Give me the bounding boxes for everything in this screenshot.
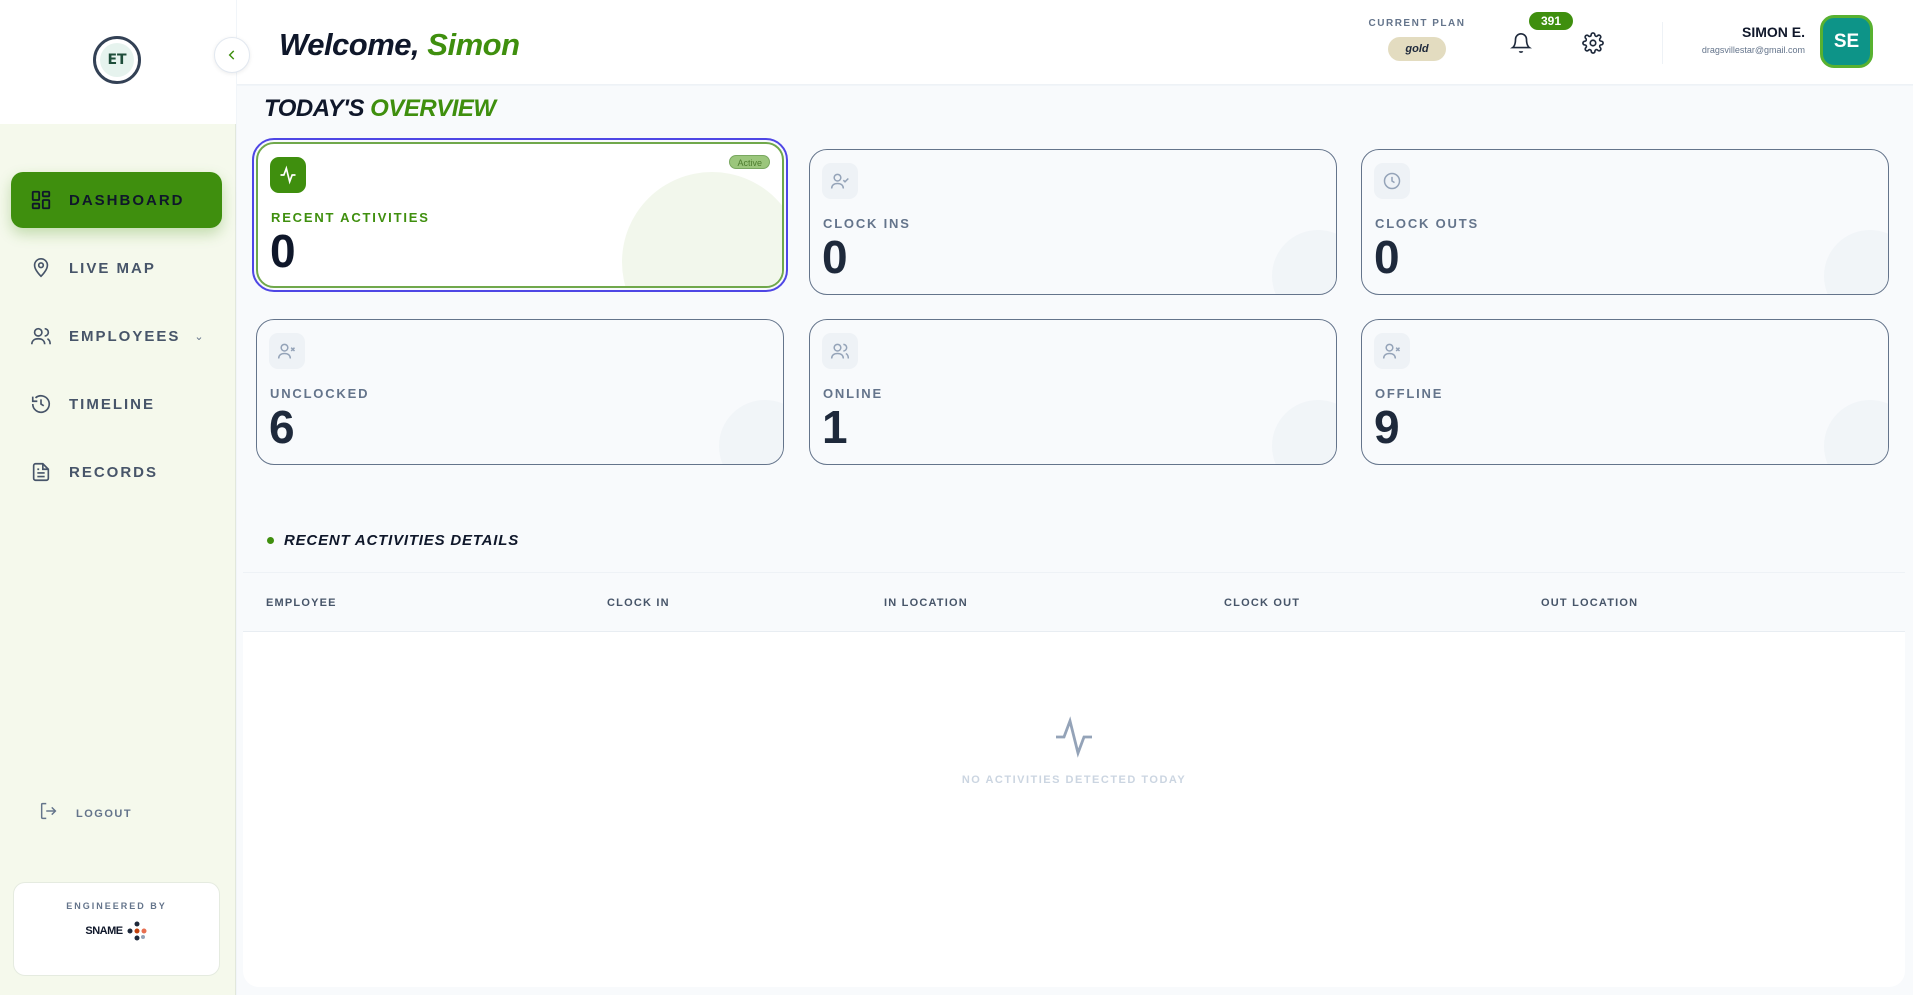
engineered-by-label: ENGINEERED BY	[66, 901, 167, 911]
user-name: SIMON E.	[1741, 24, 1805, 40]
stat-label: OFFLINE	[1375, 386, 1444, 401]
activity-icon	[1056, 716, 1092, 758]
current-plan-label: CURRENT PLAN	[1368, 18, 1466, 29]
sname-dots-icon	[127, 921, 147, 941]
sidebar-item-live-map[interactable]: LIVE MAP	[11, 240, 222, 296]
overview-title: TODAY'S OVERVIEW	[264, 95, 496, 123]
engineered-by-card: ENGINEERED BY SNAME	[13, 882, 220, 976]
chevron-down-icon[interactable]: ⌄	[194, 330, 203, 343]
welcome-name: Simon	[427, 27, 520, 62]
sname-logo-text: SNAME	[85, 925, 123, 937]
stat-label: CLOCK INS	[823, 216, 911, 231]
card-decoration	[622, 172, 782, 286]
sidebar-item-label: EMPLOYEES	[69, 327, 181, 345]
welcome-prefix: Welcome,	[279, 27, 420, 62]
app-logo[interactable]: ET	[93, 36, 141, 84]
logout-label: LOGOUT	[76, 807, 133, 820]
sidebar-item-label: RECORDS	[69, 463, 159, 481]
sidebar-item-employees[interactable]: EMPLOYEES ⌄	[11, 308, 222, 364]
sidebar: ET DASHBOARD LIVE MAP EMPLOYEES ⌄ TIMELI…	[0, 0, 236, 995]
stat-value: 6	[269, 401, 295, 453]
settings-button[interactable]	[1573, 23, 1613, 63]
sidebar-item-dashboard[interactable]: DASHBOARD	[11, 172, 222, 228]
stat-label: UNCLOCKED	[270, 386, 370, 401]
details-title: RECENT ACTIVITIES DETAILS	[284, 531, 520, 549]
stat-card-offline[interactable]: OFFLINE 9	[1361, 319, 1889, 465]
logout-button[interactable]: LOGOUT	[38, 800, 132, 827]
card-decoration	[719, 400, 783, 464]
header-divider	[1662, 22, 1663, 64]
stat-card-unclocked[interactable]: UNCLOCKED 6	[256, 319, 784, 465]
overview-title-prefix: TODAY'S	[264, 95, 365, 122]
user-info[interactable]: SIMON E. dragsvillestar@gmail.com	[1702, 24, 1805, 55]
stat-value: 0	[270, 225, 296, 277]
sidebar-item-label: LIVE MAP	[69, 259, 156, 277]
user-email: dragsvillestar@gmail.com	[1701, 45, 1805, 55]
details-header: RECENT ACTIVITIES DETAILS	[243, 508, 1905, 572]
column-header-clock-in[interactable]: CLOCK IN	[607, 597, 670, 609]
overview-title-accent: OVERVIEW	[370, 95, 496, 122]
map-pin-icon	[29, 256, 53, 280]
status-dot	[267, 536, 274, 544]
dashboard-icon	[29, 188, 53, 212]
status-badge: Active	[729, 155, 770, 169]
avatar[interactable]: SE	[1820, 15, 1873, 68]
current-plan: CURRENT PLAN gold	[1362, 18, 1472, 61]
stat-label: ONLINE	[823, 386, 883, 401]
collapse-sidebar-button[interactable]	[214, 37, 250, 73]
recent-activities-details: RECENT ACTIVITIES DETAILS EMPLOYEE CLOCK…	[243, 508, 1905, 987]
notification-count-badge: 391	[1529, 12, 1573, 30]
welcome-heading: Welcome, Simon	[279, 27, 520, 63]
plan-badge[interactable]: gold	[1388, 37, 1446, 61]
stat-card-clock-ins[interactable]: CLOCK INS 0	[809, 149, 1337, 295]
clock-icon	[1374, 163, 1410, 199]
stat-value: 9	[1374, 401, 1400, 453]
sidebar-item-label: DASHBOARD	[69, 191, 185, 209]
users-icon	[822, 333, 858, 369]
column-header-out-location[interactable]: OUT LOCATION	[1541, 597, 1638, 609]
bell-icon	[1510, 33, 1532, 54]
logo-text: ET	[100, 43, 134, 77]
stat-value: 0	[1374, 231, 1400, 283]
column-header-employee[interactable]: EMPLOYEE	[266, 597, 337, 609]
user-x-icon	[1374, 333, 1410, 369]
column-header-in-location[interactable]: IN LOCATION	[884, 597, 968, 609]
gear-icon	[1582, 32, 1604, 54]
document-icon	[29, 460, 53, 484]
logo-area: ET	[0, 0, 236, 124]
activity-icon	[270, 157, 306, 193]
sname-logo[interactable]: SNAME	[14, 920, 219, 942]
logout-icon	[38, 800, 60, 827]
stat-card-recent-activities[interactable]: Active RECENT ACTIVITIES 0	[252, 138, 788, 292]
chevron-left-icon	[228, 50, 235, 60]
stat-value: 0	[822, 231, 848, 283]
stat-label: RECENT ACTIVITIES	[271, 210, 430, 225]
users-icon	[29, 324, 53, 348]
empty-state-text: NO ACTIVITIES DETECTED TODAY	[961, 774, 1187, 786]
sidebar-nav: DASHBOARD LIVE MAP EMPLOYEES ⌄ TIMELINE	[11, 172, 222, 512]
card-decoration	[1272, 230, 1336, 294]
card-decoration	[1824, 230, 1888, 294]
sidebar-item-records[interactable]: RECORDS	[11, 444, 222, 500]
table-header: EMPLOYEE CLOCK IN IN LOCATION CLOCK OUT …	[243, 572, 1905, 632]
stat-card-clock-outs[interactable]: CLOCK OUTS 0	[1361, 149, 1889, 295]
stat-value: 1	[822, 401, 848, 453]
user-x-icon	[269, 333, 305, 369]
stat-label: CLOCK OUTS	[1375, 216, 1479, 231]
stat-card-online[interactable]: ONLINE 1	[809, 319, 1337, 465]
column-header-clock-out[interactable]: CLOCK OUT	[1224, 597, 1300, 609]
user-check-icon	[822, 163, 858, 199]
card-decoration	[1824, 400, 1888, 464]
empty-state: NO ACTIVITIES DETECTED TODAY	[243, 713, 1905, 786]
sidebar-item-label: TIMELINE	[69, 395, 155, 413]
top-header: Welcome, Simon CURRENT PLAN gold 391 SIM…	[237, 0, 1913, 85]
history-icon	[29, 392, 53, 416]
sidebar-item-timeline[interactable]: TIMELINE	[11, 376, 222, 432]
card-decoration	[1272, 400, 1336, 464]
